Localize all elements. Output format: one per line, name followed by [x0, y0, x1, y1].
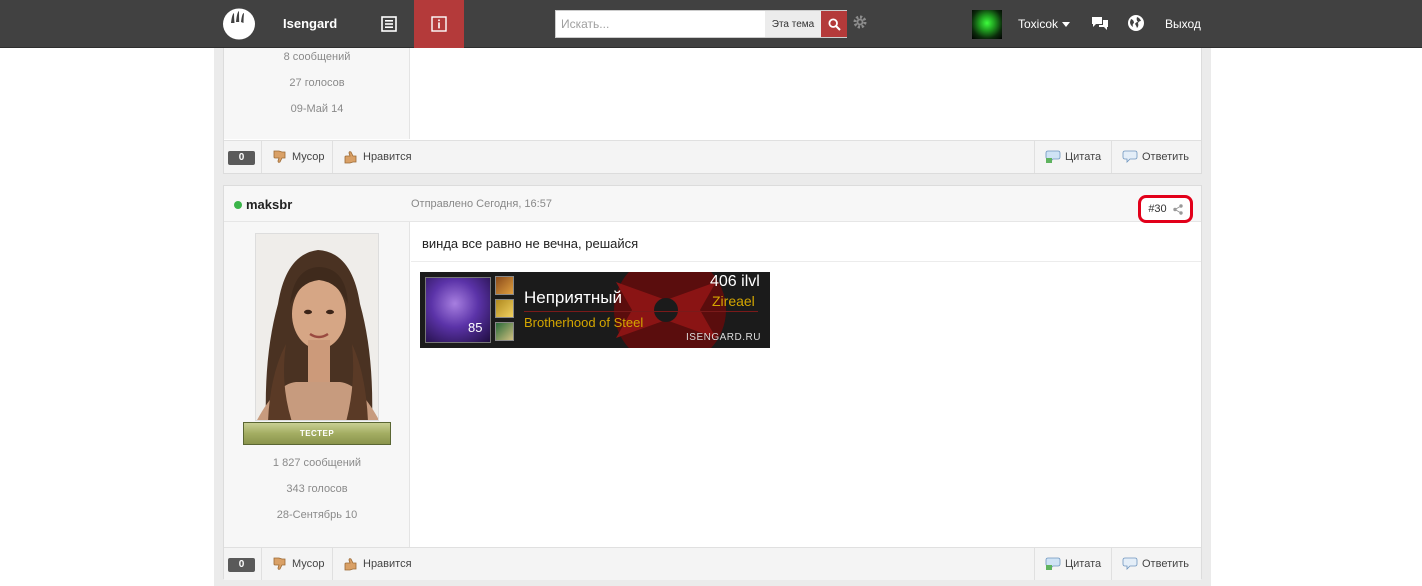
search-button[interactable] [821, 11, 847, 37]
reply-icon [1122, 557, 1138, 570]
caret-down-icon[interactable] [1062, 22, 1070, 27]
logout-link[interactable]: Выход [1165, 17, 1201, 31]
post-action-bar: 0 Мусор Нравится Цитата Ответить [224, 547, 1201, 580]
like-label: Нравится [363, 558, 412, 570]
site-name[interactable]: Isengard [283, 16, 337, 31]
reply-label: Ответить [1142, 151, 1190, 163]
top-navigation-bar: Isengard Эта тема [0, 0, 1422, 48]
post-action-bar: 0 Мусор Нравится Цитата Ответить [224, 140, 1201, 173]
globe-icon[interactable] [1127, 14, 1145, 35]
reply-icon [1122, 150, 1138, 163]
search-input[interactable] [556, 11, 765, 37]
character-ilvl: 406 ilvl [710, 273, 760, 290]
quote-button[interactable]: Цитата [1034, 548, 1111, 580]
site-logo-icon[interactable] [222, 8, 256, 40]
post-header: maksbr Отправлено Сегодня, 16:57 #30 [224, 186, 1201, 223]
author-vote-count: 27 голосов [289, 77, 345, 89]
rank-badge: ТЕСТЕР [243, 422, 391, 445]
trash-button[interactable]: Мусор [261, 141, 335, 173]
post-timestamp: Отправлено Сегодня, 16:57 [411, 198, 552, 210]
character-level: 85 [468, 320, 483, 335]
post-author[interactable]: maksbr [246, 197, 292, 212]
quote-label: Цитата [1065, 151, 1102, 163]
search-icon [827, 17, 841, 31]
info-icon [431, 16, 447, 32]
trash-label: Мусор [292, 558, 325, 570]
chat-icon[interactable] [1091, 15, 1109, 34]
author-message-count[interactable]: 8 сообщений [224, 51, 410, 63]
rank-badge-label: ТЕСТЕР [299, 429, 335, 438]
online-status-icon [234, 201, 242, 209]
gear-slot-2 [495, 299, 514, 318]
thumbs-up-icon [344, 151, 357, 164]
like-button[interactable]: Нравится [332, 548, 422, 580]
post-number-link[interactable]: #30 [1138, 195, 1193, 223]
post-number: #30 [1148, 203, 1167, 215]
gear-slot-3 [495, 322, 514, 341]
quote-label: Цитата [1065, 558, 1102, 570]
gear-slot-1 [495, 276, 514, 295]
search-scope-selector[interactable]: Эта тема [765, 11, 821, 37]
quote-button[interactable]: Цитата [1034, 141, 1111, 173]
gear-icon[interactable] [852, 14, 868, 30]
author-sidebar: 8 сообщений 27 голосов 09-Май 14 [224, 48, 410, 139]
author-vote-count: 343 голосов [286, 483, 348, 495]
author-message-count[interactable]: 1 827 сообщений [224, 457, 410, 469]
character-guild: Brotherhood of Steel [524, 315, 644, 330]
like-label: Нравится [363, 151, 412, 163]
list-icon [381, 16, 397, 32]
like-button[interactable]: Нравится [332, 141, 422, 173]
reply-button[interactable]: Ответить [1111, 548, 1199, 580]
character-realm: Zireael [712, 293, 755, 309]
share-icon [1172, 203, 1183, 215]
signature-banner[interactable]: 85 Неприятный 406 ilvl Zireael Brotherho… [420, 272, 770, 348]
quote-icon [1045, 150, 1061, 163]
post-rating-count: 0 [228, 151, 255, 165]
info-button[interactable] [414, 0, 464, 48]
trash-button[interactable]: Мусор [261, 548, 335, 580]
character-name: Неприятный [524, 288, 622, 307]
author-join-date: 09-Май 14 [290, 103, 344, 115]
reply-label: Ответить [1142, 558, 1190, 570]
forum-post: maksbr Отправлено Сегодня, 16:57 #30 ТЕС… [223, 185, 1202, 580]
author-avatar[interactable] [255, 233, 379, 421]
signature-divider [411, 261, 1201, 262]
quote-icon [1045, 557, 1061, 570]
user-avatar[interactable] [972, 10, 1002, 39]
post-body-text: винда все равно не вечна, решайся [422, 236, 639, 251]
post-rating-count: 0 [228, 558, 255, 572]
thumbs-up-icon [344, 558, 357, 571]
user-name[interactable]: Toxicok [1018, 17, 1058, 31]
search-box: Эта тема [555, 10, 847, 38]
banner-site: ISENGARD.RU [686, 332, 761, 343]
thumbs-down-icon [273, 150, 286, 163]
reply-button[interactable]: Ответить [1111, 141, 1199, 173]
trash-label: Мусор [292, 151, 325, 163]
author-join-date: 28-Сентябрь 10 [276, 509, 358, 521]
forum-list-button[interactable] [364, 0, 414, 48]
forum-post: 8 сообщений 27 голосов 09-Май 14 0 Мусор… [223, 48, 1202, 174]
thumbs-down-icon [273, 557, 286, 570]
banner-divider [524, 311, 758, 312]
